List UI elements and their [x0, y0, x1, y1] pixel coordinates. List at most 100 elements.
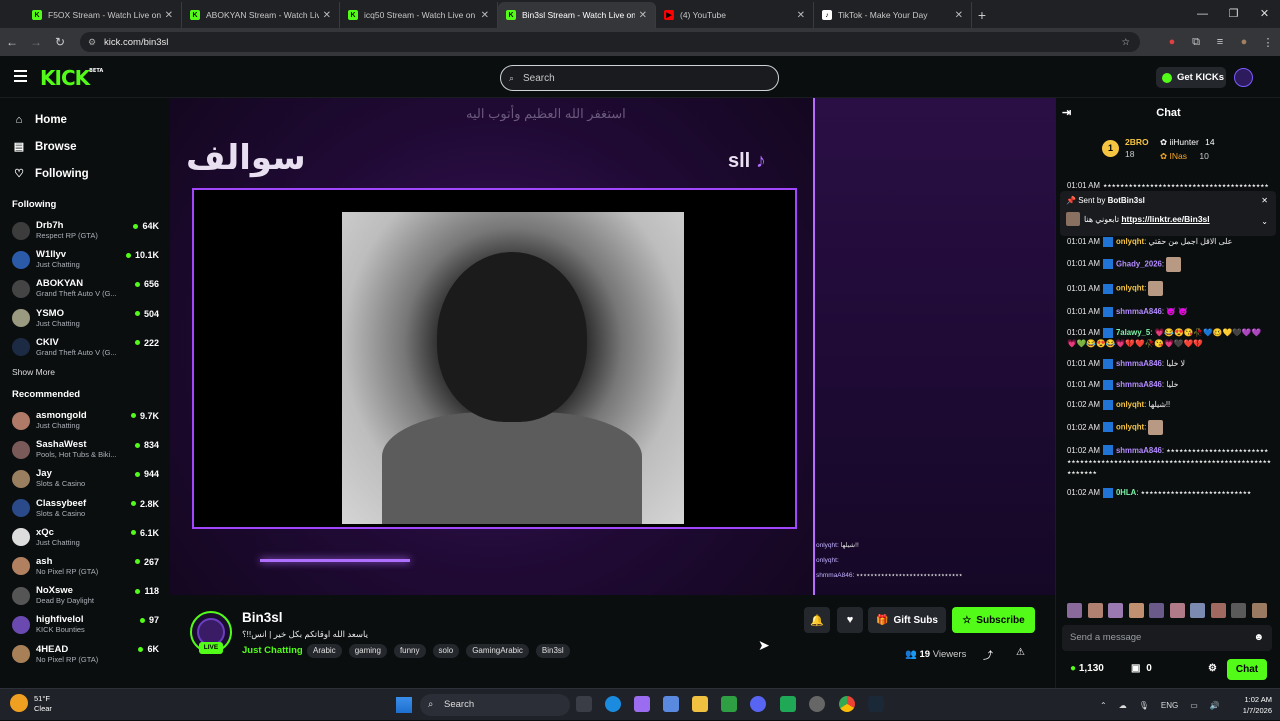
- tab-close-icon[interactable]: ✕: [165, 10, 173, 21]
- message-user[interactable]: onlyqht: [1116, 284, 1144, 293]
- xbox-icon[interactable]: [721, 696, 737, 712]
- forward-icon[interactable]: →: [24, 35, 48, 49]
- channel-item[interactable]: NoXswe Dead By Daylight 118: [0, 581, 170, 610]
- store-icon[interactable]: [663, 696, 679, 712]
- message-user[interactable]: onlyqht: [1116, 400, 1144, 409]
- channel-item[interactable]: W1llyv Just Chatting 10.1K: [0, 245, 170, 274]
- streamer-name[interactable]: Bin3sl: [242, 610, 283, 625]
- stream-tag[interactable]: Arabic: [307, 644, 342, 658]
- stream-tag[interactable]: gaming: [348, 644, 387, 658]
- message-user[interactable]: 0HLA: [1116, 488, 1136, 497]
- channel-item[interactable]: xQc Just Chatting 6.1K: [0, 523, 170, 552]
- task-view-icon[interactable]: [576, 696, 592, 712]
- tray-chevron-icon[interactable]: ⌃: [1100, 701, 1107, 710]
- language-indicator[interactable]: ENG: [1161, 701, 1178, 710]
- emote-icon[interactable]: [1087, 603, 1103, 618]
- back-icon[interactable]: ←: [0, 35, 24, 49]
- emote-icon[interactable]: [1251, 603, 1267, 618]
- emote-icon[interactable]: [1190, 603, 1205, 618]
- video-player[interactable]: استغفر الله العظيم وأتوب اليه سوالف sll …: [170, 98, 1055, 595]
- channel-item[interactable]: Classybeef Slots & Casino 2.8K: [0, 494, 170, 523]
- user-avatar[interactable]: [1234, 68, 1253, 87]
- clock[interactable]: 1:02 AM 1/7/2026: [1236, 694, 1272, 716]
- channel-item[interactable]: ABOKYAN Grand Theft Auto V (G... 656: [0, 274, 170, 303]
- stream-category[interactable]: Just Chatting: [242, 645, 303, 656]
- message-user[interactable]: Ghady_2026: [1116, 259, 1162, 268]
- emote-icon[interactable]: [1067, 603, 1082, 618]
- weather-widget[interactable]: 51°F Clear: [10, 694, 52, 714]
- bookmark-star-icon[interactable]: ☆: [1121, 37, 1130, 48]
- browser-tab[interactable]: ♪ TikTok - Make Your Day ✕: [814, 2, 972, 28]
- channel-item[interactable]: asmongold Just Chatting 9.7K: [0, 406, 170, 435]
- nav-following[interactable]: ♡ Following: [0, 160, 170, 187]
- emote-icon[interactable]: [1128, 603, 1144, 618]
- message-user[interactable]: onlyqht: [1116, 237, 1144, 246]
- emote-icon[interactable]: [1210, 603, 1226, 618]
- chat-message-input[interactable]: Send a message ☻: [1062, 625, 1272, 651]
- emote-icon[interactable]: [1108, 603, 1123, 618]
- message-user[interactable]: shmmaA846: [1116, 380, 1162, 389]
- tab-close-icon[interactable]: ✕: [481, 10, 489, 21]
- channel-item[interactable]: ash No Pixel RP (GTA) 267: [0, 552, 170, 581]
- notification-bell-button[interactable]: 🔔: [804, 607, 830, 633]
- nav-browse[interactable]: ▤ Browse: [0, 133, 170, 160]
- message-user[interactable]: shmmaA846: [1116, 307, 1162, 316]
- emote-icon[interactable]: [1169, 603, 1185, 618]
- search-input[interactable]: ⌕ Search: [500, 65, 779, 91]
- network-icon[interactable]: ▭: [1190, 701, 1198, 710]
- channel-item[interactable]: YSMO Just Chatting 504: [0, 304, 170, 333]
- pinned-message[interactable]: 📌 Sent by BotBin3sl تابعوني هنا https://…: [1060, 191, 1276, 236]
- browser-tab[interactable]: K ABOKYAN Stream - Watch Live ✕: [182, 2, 340, 28]
- hamburger-menu-icon[interactable]: [14, 70, 27, 85]
- app-icon[interactable]: [780, 696, 796, 712]
- tab-close-icon[interactable]: ✕: [955, 10, 963, 21]
- copilot-icon[interactable]: [634, 696, 650, 712]
- menu-dots-icon[interactable]: ⋮: [1256, 36, 1280, 49]
- stream-tag[interactable]: funny: [393, 644, 426, 658]
- close-window-icon[interactable]: ✕: [1249, 0, 1280, 28]
- channel-item[interactable]: highfivelol KICK Bounties 97: [0, 610, 170, 639]
- message-user[interactable]: onlyqht: [1116, 423, 1144, 432]
- minimize-icon[interactable]: —: [1187, 0, 1218, 28]
- message-user[interactable]: 7alawy_5: [1116, 328, 1150, 337]
- browser-tab[interactable]: K F5OX Stream - Watch Live on K ✕: [24, 2, 182, 28]
- message-user[interactable]: shmmaA846: [1116, 359, 1162, 368]
- emote-icon[interactable]: [1231, 603, 1246, 618]
- tab-close-icon[interactable]: ✕: [323, 10, 331, 21]
- tab-close-icon[interactable]: ✕: [639, 10, 647, 21]
- channel-item[interactable]: Jay Slots & Casino 944: [0, 464, 170, 493]
- message-user[interactable]: shmmaA846: [1116, 446, 1162, 455]
- stream-tag[interactable]: Bin3sl: [535, 644, 570, 658]
- collapse-chat-icon[interactable]: ⇥: [1062, 98, 1071, 128]
- channel-item[interactable]: 4HEAD No Pixel RP (GTA) 6K: [0, 639, 170, 668]
- show-more-link[interactable]: Show More: [0, 364, 170, 380]
- chat-send-button[interactable]: Chat: [1227, 659, 1267, 680]
- chat-settings-icon[interactable]: ⚙: [1208, 663, 1217, 674]
- restore-icon[interactable]: ❐: [1218, 0, 1249, 28]
- profile-avatar-icon[interactable]: ●: [1232, 36, 1256, 48]
- stream-tag[interactable]: GamingArabic: [466, 644, 529, 658]
- reload-icon[interactable]: ↻: [48, 35, 72, 49]
- extensions-puzzle-icon[interactable]: ⧉: [1184, 36, 1208, 49]
- stream-tag[interactable]: solo: [432, 644, 460, 658]
- mic-icon[interactable]: 🎙: [1139, 701, 1149, 710]
- channel-item[interactable]: SashaWest Pools, Hot Tubs & Biki... 834: [0, 435, 170, 464]
- emote-icon[interactable]: [1149, 603, 1164, 618]
- app-icon-2[interactable]: [809, 696, 825, 712]
- extension-icon[interactable]: ●: [1160, 36, 1184, 48]
- file-explorer-icon[interactable]: [692, 696, 708, 712]
- unpin-icon[interactable]: ✕: [1261, 196, 1268, 205]
- nav-home[interactable]: ⌂ Home: [0, 106, 170, 133]
- new-tab-button[interactable]: +: [972, 2, 992, 28]
- browser-tab[interactable]: Kicq50 Stream - Watch Live on K ✕: [340, 2, 498, 28]
- chevron-down-icon[interactable]: ⌄: [1261, 217, 1268, 226]
- subscribe-button[interactable]: ☆ Subscribe: [952, 607, 1035, 633]
- edge-icon[interactable]: [605, 696, 621, 712]
- volume-icon[interactable]: 🔊: [1210, 701, 1220, 710]
- browser-tab[interactable]: K Bin3sl Stream - Watch Live on K ✕: [498, 2, 656, 28]
- chrome-icon[interactable]: [839, 696, 855, 712]
- kick-logo[interactable]: KICKBETA: [40, 66, 103, 90]
- emoji-icon[interactable]: ☻: [1253, 625, 1264, 651]
- report-icon[interactable]: ⚠: [1016, 647, 1025, 658]
- share-icon[interactable]: ⤴: [983, 647, 993, 662]
